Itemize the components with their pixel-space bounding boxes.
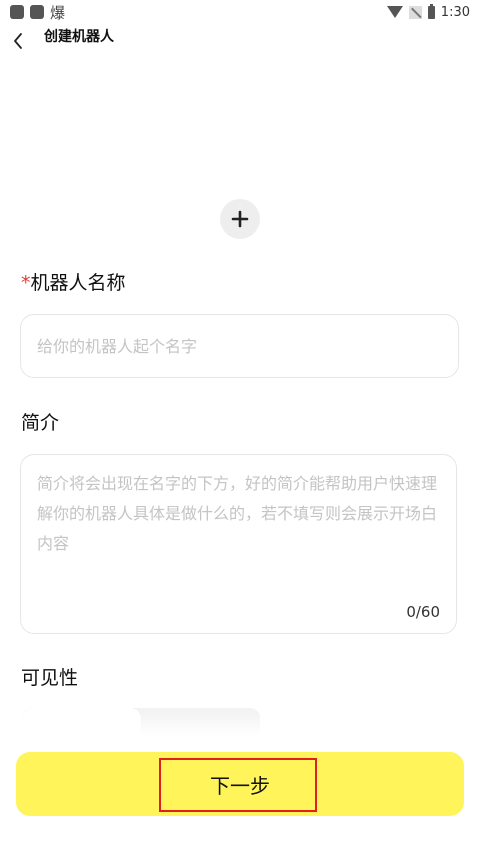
visibility-label: 可见性 [21,667,79,689]
bot-name-field[interactable] [20,314,459,378]
no-signal-icon [408,5,422,19]
status-right: 1:30 [386,3,470,20]
wifi-icon [386,6,403,18]
status-time: 1:30 [440,4,470,20]
bot-name-label-text: 机器人名称 [30,272,126,294]
intro-textarea[interactable] [21,455,456,595]
app-header: 创建机器人 [0,24,480,58]
plus-icon [231,210,249,228]
next-step-button[interactable]: 下一步 [16,752,464,816]
next-step-label: 下一步 [210,773,270,798]
notification-icon [10,5,24,19]
intro-char-count: 0/60 [406,603,440,621]
battery-icon [427,3,435,19]
bot-name-input[interactable] [21,315,458,377]
status-app-glyph: 爆 [50,3,66,22]
back-button[interactable] [6,28,30,54]
status-left: 爆 [10,2,65,23]
notification-icon-2 [30,5,44,19]
intro-field[interactable]: 0/60 [20,454,457,634]
add-avatar-button[interactable] [220,199,260,239]
bot-name-label: *机器人名称 [21,271,126,295]
status-bar: 爆 1:30 [0,0,480,24]
page-title: 创建机器人 [44,29,114,45]
required-mark: * [21,272,31,294]
chevron-left-icon [14,33,22,49]
intro-label: 简介 [21,412,60,434]
create-bot-screen: 爆 1:30 创建机器人 *机器人名称 简介 0/60 [0,0,480,854]
